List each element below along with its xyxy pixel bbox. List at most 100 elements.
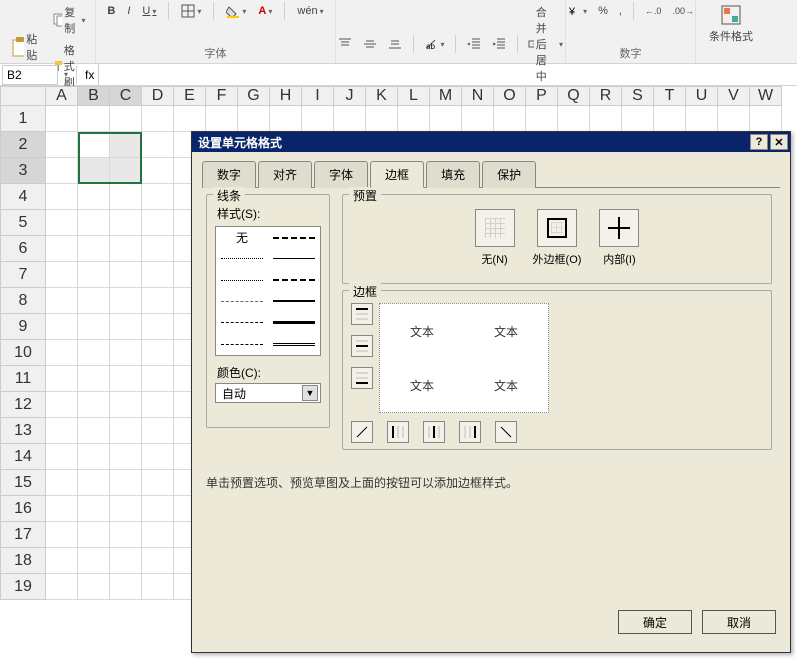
col-header-G[interactable]: G [238, 86, 270, 106]
row-header-3[interactable]: 3 [0, 158, 46, 184]
row-header-15[interactable]: 15 [0, 470, 46, 496]
col-header-T[interactable]: T [654, 86, 686, 106]
underline-button[interactable]: U▾ [138, 3, 160, 19]
cell-D16[interactable] [142, 496, 174, 522]
cell-C12[interactable] [110, 392, 142, 418]
cell-A13[interactable] [46, 418, 78, 444]
cell-D18[interactable] [142, 548, 174, 574]
cell-A3[interactable] [46, 158, 78, 184]
col-header-I[interactable]: I [302, 86, 334, 106]
col-header-B[interactable]: B [78, 86, 110, 106]
col-header-R[interactable]: R [590, 86, 622, 106]
col-header-L[interactable]: L [398, 86, 430, 106]
style-none[interactable]: 无 [216, 227, 268, 248]
row-header-17[interactable]: 17 [0, 522, 46, 548]
cell-H1[interactable] [270, 106, 302, 132]
cell-N1[interactable] [462, 106, 494, 132]
name-box[interactable] [2, 65, 58, 85]
cell-C1[interactable] [110, 106, 142, 132]
preset-outline-button[interactable] [537, 209, 577, 247]
help-button[interactable]: ? [750, 134, 768, 150]
col-header-V[interactable]: V [718, 86, 750, 106]
formula-input[interactable] [98, 64, 797, 85]
cell-B19[interactable] [78, 574, 110, 600]
cell-T1[interactable] [654, 106, 686, 132]
col-header-U[interactable]: U [686, 86, 718, 106]
copy-button[interactable]: 复制▾ [49, 2, 90, 38]
tab-number[interactable]: 数字 [202, 161, 256, 188]
cell-B3[interactable] [78, 158, 110, 184]
col-header-J[interactable]: J [334, 86, 366, 106]
row-header-14[interactable]: 14 [0, 444, 46, 470]
cell-B1[interactable] [78, 106, 110, 132]
cell-F1[interactable] [206, 106, 238, 132]
indent-dec-button[interactable] [463, 35, 485, 53]
cell-D8[interactable] [142, 288, 174, 314]
col-header-O[interactable]: O [494, 86, 526, 106]
cell-D19[interactable] [142, 574, 174, 600]
cell-A9[interactable] [46, 314, 78, 340]
cell-B10[interactable] [78, 340, 110, 366]
cell-A17[interactable] [46, 522, 78, 548]
cell-C7[interactable] [110, 262, 142, 288]
col-header-P[interactable]: P [526, 86, 558, 106]
row-header-8[interactable]: 8 [0, 288, 46, 314]
ok-button[interactable]: 确定 [618, 610, 692, 634]
tab-protect[interactable]: 保护 [482, 161, 536, 188]
border-diag-up-button[interactable] [351, 421, 373, 443]
cell-C11[interactable] [110, 366, 142, 392]
cell-C9[interactable] [110, 314, 142, 340]
row-header-7[interactable]: 7 [0, 262, 46, 288]
select-all-corner[interactable] [0, 86, 46, 106]
cell-C15[interactable] [110, 470, 142, 496]
row-header-4[interactable]: 4 [0, 184, 46, 210]
cell-P1[interactable] [526, 106, 558, 132]
cell-C6[interactable] [110, 236, 142, 262]
row-header-10[interactable]: 10 [0, 340, 46, 366]
cell-C5[interactable] [110, 210, 142, 236]
cell-C17[interactable] [110, 522, 142, 548]
cell-A14[interactable] [46, 444, 78, 470]
align-bottom-button[interactable] [384, 35, 406, 53]
border-bottom-button[interactable] [351, 367, 373, 389]
cell-D5[interactable] [142, 210, 174, 236]
row-header-18[interactable]: 18 [0, 548, 46, 574]
close-button[interactable]: ✕ [770, 134, 788, 150]
dec-dec-button[interactable]: .00→ [668, 4, 698, 18]
cell-I1[interactable] [302, 106, 334, 132]
percent-button[interactable]: % [594, 3, 612, 19]
cell-C4[interactable] [110, 184, 142, 210]
border-top-button[interactable] [351, 303, 373, 325]
cond-format-button[interactable]: 条件格式 [705, 2, 757, 46]
cell-W1[interactable] [750, 106, 782, 132]
border-hmid-button[interactable] [351, 335, 373, 357]
tab-fill[interactable]: 填充 [426, 161, 480, 188]
cell-A2[interactable] [46, 132, 78, 158]
preset-none-button[interactable] [475, 209, 515, 247]
row-header-16[interactable]: 16 [0, 496, 46, 522]
cell-A1[interactable] [46, 106, 78, 132]
cell-D10[interactable] [142, 340, 174, 366]
cell-A12[interactable] [46, 392, 78, 418]
cell-U1[interactable] [686, 106, 718, 132]
cell-B12[interactable] [78, 392, 110, 418]
border-diag-down-button[interactable] [495, 421, 517, 443]
tab-font[interactable]: 字体 [314, 161, 368, 188]
style-double[interactable] [268, 334, 320, 355]
fx-button[interactable]: fx [81, 66, 98, 84]
row-header-6[interactable]: 6 [0, 236, 46, 262]
cell-B9[interactable] [78, 314, 110, 340]
cell-B6[interactable] [78, 236, 110, 262]
bold-button[interactable]: B [103, 3, 119, 19]
cell-L1[interactable] [398, 106, 430, 132]
cell-S1[interactable] [622, 106, 654, 132]
indent-inc-button[interactable] [488, 35, 510, 53]
cell-B16[interactable] [78, 496, 110, 522]
cell-V1[interactable] [718, 106, 750, 132]
cell-D15[interactable] [142, 470, 174, 496]
cell-D7[interactable] [142, 262, 174, 288]
col-header-C[interactable]: C [110, 86, 142, 106]
cell-A10[interactable] [46, 340, 78, 366]
col-header-M[interactable]: M [430, 86, 462, 106]
style-dashdot[interactable] [216, 312, 268, 333]
